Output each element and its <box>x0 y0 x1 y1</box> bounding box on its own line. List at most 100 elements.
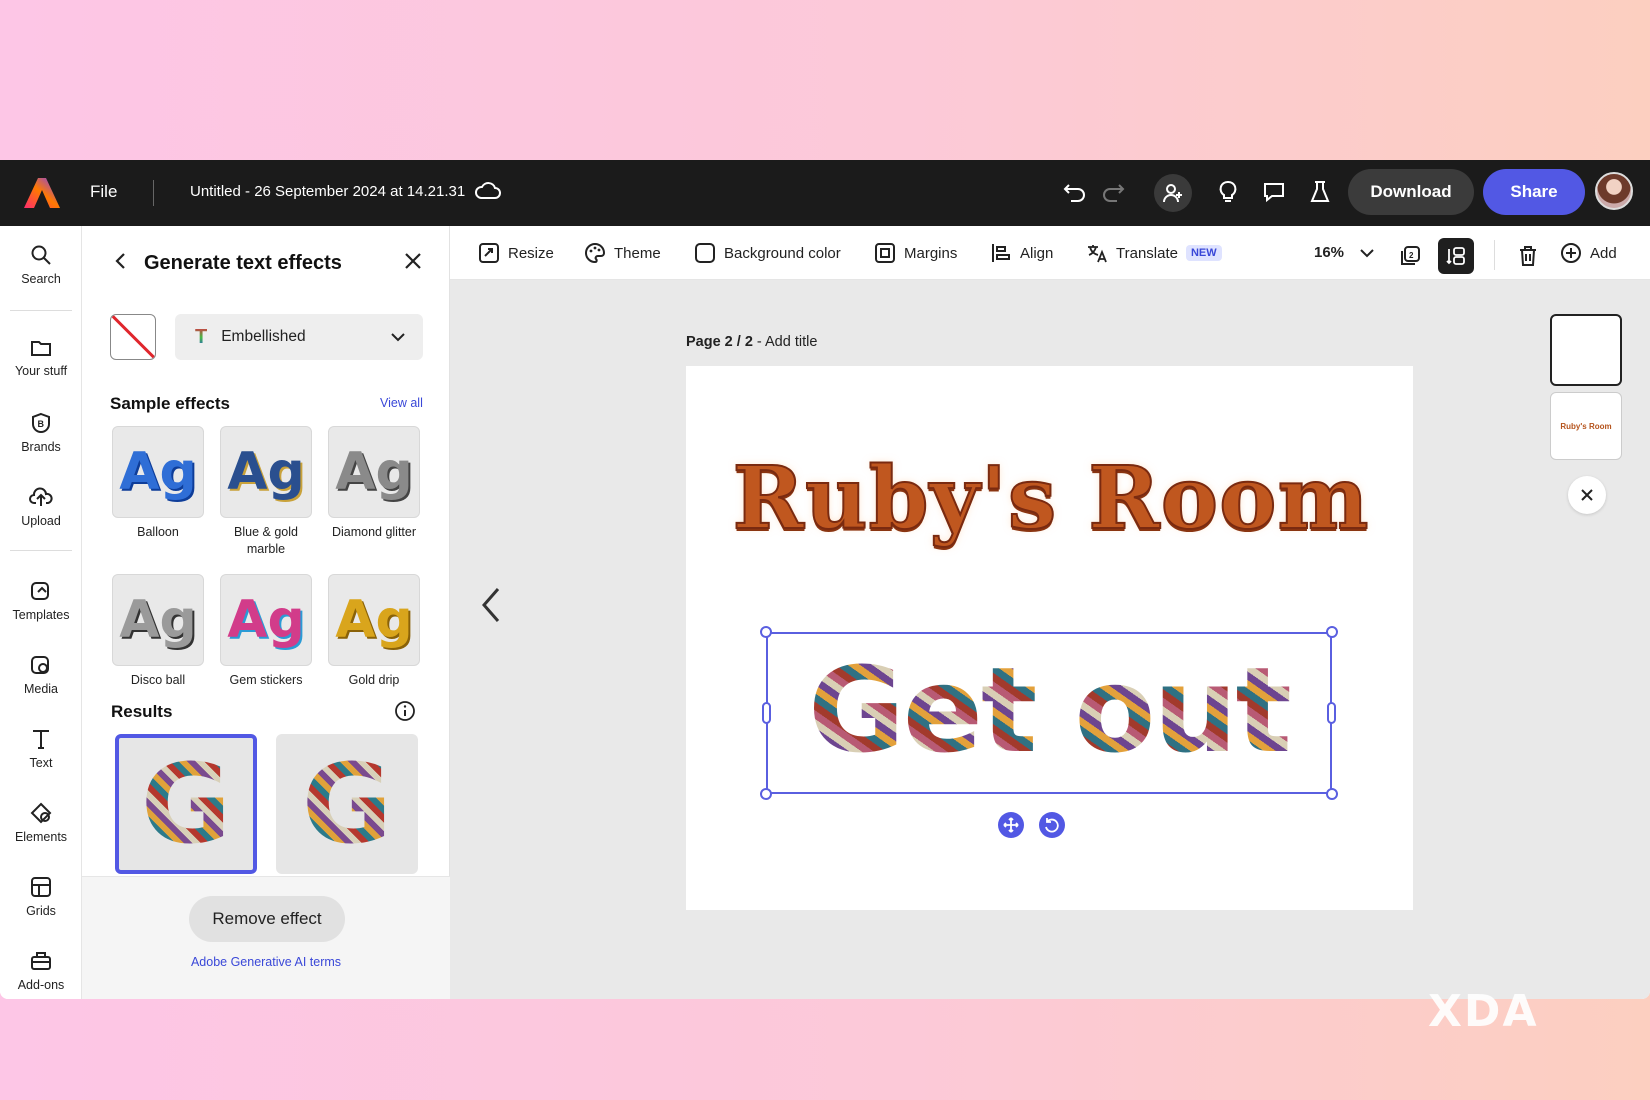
undo-icon[interactable] <box>1060 177 1090 207</box>
margins-button[interactable]: Margins <box>874 242 957 264</box>
effect-thumb: Ag <box>112 426 204 518</box>
document-title[interactable]: Untitled - 26 September 2024 at 14.21.31 <box>190 183 465 200</box>
previous-page-chevron-icon[interactable] <box>480 585 504 625</box>
page-label: Page 2 / 2 - Add title <box>686 334 817 350</box>
zoom-chevron-down-icon[interactable] <box>1358 244 1376 262</box>
share-button[interactable]: Share <box>1483 169 1585 215</box>
effect-gem-stickers[interactable]: Ag Gem stickers <box>220 574 312 689</box>
page-title-input[interactable]: Add title <box>765 334 817 350</box>
rail-label-your-stuff: Your stuff <box>14 364 68 378</box>
resize-handle-right[interactable] <box>1327 702 1336 724</box>
background-color-button[interactable]: Background color <box>694 242 841 264</box>
panel-footer: Remove effect Adobe Generative AI terms <box>82 876 450 999</box>
align-button[interactable]: Align <box>990 242 1053 264</box>
rail-item-templates[interactable]: Templates <box>0 580 82 622</box>
rail-divider <box>10 550 72 551</box>
elements-icon <box>30 802 52 824</box>
effect-style-select[interactable]: T Embellished <box>175 314 423 360</box>
rail-item-search[interactable]: Search <box>0 244 82 286</box>
result-tile-selected[interactable]: G <box>115 734 257 874</box>
move-handle-icon[interactable] <box>998 812 1024 838</box>
body-text-layer[interactable]: Get out <box>768 640 1330 780</box>
text-icon <box>33 730 49 749</box>
effect-diamond-glitter[interactable]: Ag Diamond glitter <box>328 426 420 541</box>
effect-label: Disco ball <box>130 673 186 687</box>
media-icon <box>31 656 49 674</box>
resize-handle-top-right[interactable] <box>1326 626 1338 638</box>
page-thumbnail-2[interactable]: Ruby's Room <box>1550 392 1622 460</box>
effect-thumb: Ag <box>328 426 420 518</box>
rail-item-text[interactable]: Text <box>0 728 82 770</box>
heading-text-layer[interactable]: Ruby's Room <box>716 447 1386 550</box>
pages-icon[interactable]: 2 <box>1392 238 1428 274</box>
zoom-level[interactable]: 16% <box>1314 244 1344 261</box>
svg-text:B: B <box>38 419 45 429</box>
user-avatar[interactable] <box>1595 172 1633 210</box>
margins-label: Margins <box>904 244 958 262</box>
effect-thumb: Ag <box>220 574 312 666</box>
new-badge: NEW <box>1185 245 1222 261</box>
margins-icon <box>875 243 895 263</box>
effect-balloon[interactable]: Ag Balloon <box>112 426 204 541</box>
file-menu[interactable]: File <box>90 182 117 202</box>
chevron-down-icon <box>391 333 405 342</box>
trash-icon[interactable] <box>1510 238 1546 274</box>
rail-item-grids[interactable]: Grids <box>0 876 82 918</box>
back-chevron-icon[interactable] <box>110 250 132 272</box>
page-thumbnail-1[interactable] <box>1550 314 1622 386</box>
rail-label-addons: Add-ons <box>17 978 65 992</box>
cloud-sync-icon[interactable] <box>474 179 502 203</box>
text-effects-panel: Generate text effects T Embellished Samp… <box>82 226 450 999</box>
resize-label: Resize <box>508 244 554 262</box>
rail-item-media[interactable]: Media <box>0 654 82 696</box>
selected-text-layer[interactable]: Get out <box>760 626 1338 800</box>
theme-label: Theme <box>614 244 661 262</box>
redo-icon[interactable] <box>1098 177 1128 207</box>
add-page-button[interactable]: Add <box>1560 242 1617 264</box>
design-page[interactable]: Ruby's Room Get out <box>686 366 1413 910</box>
adobe-express-logo[interactable] <box>24 176 60 210</box>
close-icon[interactable] <box>402 250 424 272</box>
invite-collaborator-icon[interactable] <box>1154 174 1192 212</box>
embellished-style-icon: T <box>195 325 208 348</box>
theme-button[interactable]: Theme <box>584 242 661 264</box>
no-color-swatch[interactable] <box>110 314 156 360</box>
brands-icon: B <box>32 412 50 434</box>
templates-icon <box>31 582 49 600</box>
rail-label-text: Text <box>29 756 53 770</box>
close-pages-panel-icon[interactable] <box>1568 476 1606 514</box>
download-button[interactable]: Download <box>1348 169 1474 215</box>
result-glyph: G <box>301 740 393 868</box>
remove-effect-button[interactable]: Remove effect <box>189 896 345 942</box>
effect-disco-ball[interactable]: Ag Disco ball <box>112 574 204 689</box>
resize-handle-top-left[interactable] <box>760 626 772 638</box>
info-icon[interactable] <box>394 700 416 722</box>
grids-icon <box>31 877 51 897</box>
resize-handle-bottom-right[interactable] <box>1326 788 1338 800</box>
lightbulb-icon[interactable] <box>1213 177 1243 207</box>
resize-button[interactable]: Resize <box>478 242 554 264</box>
effect-style-value: Embellished <box>221 328 306 345</box>
translate-button[interactable]: Translate NEW <box>1086 242 1222 264</box>
effect-blue-gold-marble[interactable]: Ag Blue & gold marble <box>220 426 312 558</box>
canvas-toolbar: Resize Theme Background color Margins Al… <box>450 226 1650 280</box>
comment-icon[interactable] <box>1259 177 1289 207</box>
rail-divider <box>10 310 72 311</box>
effect-gold-drip[interactable]: Ag Gold drip <box>328 574 420 689</box>
layers-toggle-icon[interactable] <box>1438 238 1474 274</box>
rail-item-your-stuff[interactable]: Your stuff <box>0 338 82 378</box>
rotate-handle-icon[interactable] <box>1039 812 1065 838</box>
rail-item-elements[interactable]: Elements <box>0 802 82 844</box>
result-tile[interactable]: G <box>276 734 418 874</box>
resize-handle-left[interactable] <box>762 702 771 724</box>
beaker-icon[interactable] <box>1305 177 1335 207</box>
rail-item-upload[interactable]: Upload <box>0 486 82 528</box>
rail-item-addons[interactable]: Add-ons <box>0 950 82 992</box>
rail-item-brands[interactable]: B Brands <box>0 412 82 454</box>
resize-handle-bottom-left[interactable] <box>760 788 772 800</box>
resize-icon <box>479 243 499 263</box>
view-all-link[interactable]: View all <box>380 396 423 410</box>
rail-label-search: Search <box>21 272 61 286</box>
ai-terms-link[interactable]: Adobe Generative AI terms <box>82 955 450 969</box>
color-square-icon <box>695 243 715 263</box>
